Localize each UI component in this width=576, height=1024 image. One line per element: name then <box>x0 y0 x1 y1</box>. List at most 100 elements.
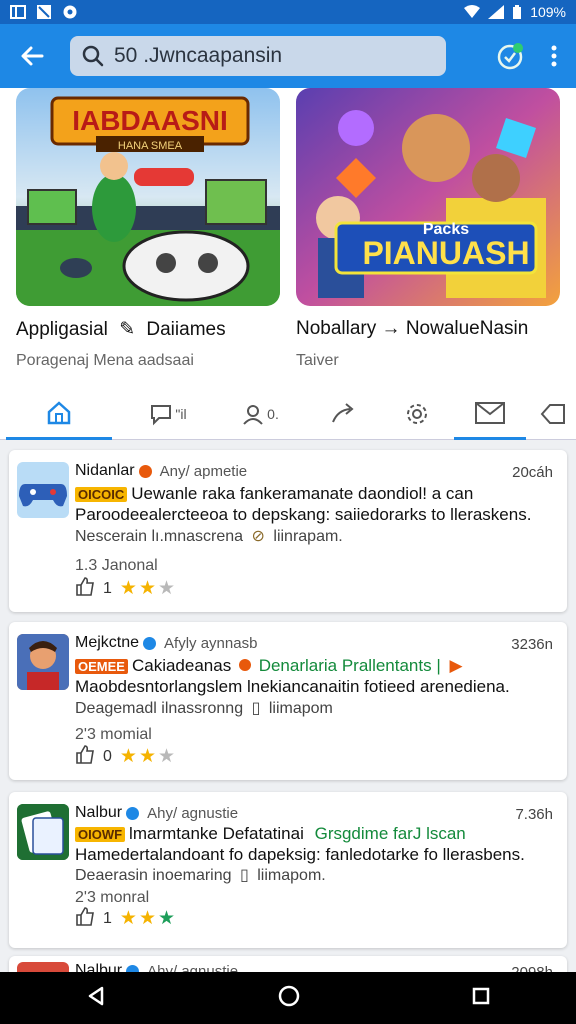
item-text-highlight: Denarlaria Prallentants | <box>258 656 441 675</box>
more-options-button[interactable] <box>544 42 564 70</box>
system-nav-bar <box>0 972 576 1024</box>
more-vert-icon <box>551 45 557 67</box>
item-actions: 1 ★★★ <box>75 576 177 601</box>
profile-icon <box>243 405 263 425</box>
feed-item-header: Nalbur Ahy/ agnustie <box>75 804 238 822</box>
tab-bar: "il 0. <box>0 388 576 440</box>
like-count: 1 <box>103 909 112 927</box>
banner-title-2: PIANUASH <box>362 235 529 271</box>
gallery-icon <box>10 5 26 19</box>
item-line-2: Maobdesntorlangslem lnekiancanaitin foti… <box>75 677 510 696</box>
verified-badge-icon <box>126 806 140 820</box>
nav-home-button[interactable] <box>277 984 301 1013</box>
star-icon: ★ <box>158 578 178 599</box>
search-input[interactable]: 50 .Jwncaapansin <box>70 36 446 76</box>
featured-title-2[interactable]: Noballary → NowalueNasin <box>296 318 528 340</box>
play-icon: ▶ <box>449 656 463 675</box>
author-name[interactable]: Nidanlar <box>75 462 135 480</box>
item-sub-text: Nescerain lı.mnascrena <box>75 528 244 545</box>
feed-item[interactable]: Mejkctne Afyly aynnasb 3236n OEMEE Cakiad… <box>9 622 567 780</box>
signal-icon <box>488 5 505 19</box>
item-subline: Deagemadl ilnassronng ▯ liimapom <box>75 698 333 718</box>
item-sub-text-2: liinrapam. <box>273 528 343 545</box>
featured-card-1[interactable]: IABDAASNI HANA SMEA <box>16 88 280 306</box>
attachment-icon: ▯ <box>239 867 249 884</box>
feed-item[interactable]: Nidanlar Any/ apmetie 20cáh OICOIC Uewanl… <box>9 450 567 612</box>
item-sub-text: Deagemadl ilnassronng <box>75 700 244 717</box>
badge-icon <box>497 43 523 70</box>
item-line-2: Paroodeealercteeoa to depskang: saiiedor… <box>75 505 532 524</box>
tab-settings[interactable] <box>380 388 454 440</box>
tab-tag[interactable] <box>530 388 576 440</box>
app-bar: 50 .Jwncaapansin <box>0 24 576 88</box>
game-thumbnail <box>17 462 69 518</box>
star-icon: ★ <box>138 578 158 599</box>
item-text: Uewanle raka fankeramanate daondiol! a c… <box>131 484 474 503</box>
back-arrow-icon <box>21 46 44 66</box>
cards-icon <box>17 804 69 860</box>
rating-stars: ★★★ <box>120 577 177 600</box>
featured-subtitle-1: Poragenaj Mena aadsaai <box>16 352 194 369</box>
status-bar: 109% <box>0 0 576 24</box>
gamepad-icon <box>19 484 67 507</box>
timestamp: 7.36h <box>515 806 553 823</box>
like-button[interactable] <box>75 744 95 769</box>
tab-chat-label: "il <box>175 406 187 422</box>
star-icon: ★ <box>138 908 158 929</box>
star-icon: ★ <box>119 908 139 929</box>
square-recents-icon <box>472 987 490 1004</box>
featured-card-2[interactable]: Packs PIANUASH <box>296 88 560 306</box>
featured-subtitle-2: Taiver <box>296 352 339 369</box>
nav-back-button[interactable] <box>85 985 107 1012</box>
triangle-back-icon <box>88 986 104 1005</box>
feed-item[interactable]: Nalbur Ahy/ agnustie 7.36h OIOWF lmarmtan… <box>9 792 567 948</box>
tab-chat[interactable]: "il <box>128 388 208 440</box>
verified-badge-icon <box>143 636 157 650</box>
item-actions: 1 ★★★ <box>75 906 177 931</box>
attachment-icon: ▯ <box>251 700 261 717</box>
author-name[interactable]: Mejkctne <box>75 634 139 652</box>
item-tag: OIOWF <box>75 827 126 842</box>
item-line-1: OEMEE Cakiadeanas Denarlaria Prallentants… <box>75 656 463 676</box>
star-icon: ★ <box>138 746 158 767</box>
nav-recents-button[interactable] <box>471 986 491 1011</box>
tab-profile-label: 0. <box>267 406 279 422</box>
like-count: 1 <box>103 579 112 597</box>
tab-share[interactable] <box>306 388 382 440</box>
tool-icon: ✎ <box>119 319 136 340</box>
battery-icon <box>513 5 522 19</box>
tab-mail[interactable] <box>454 388 526 440</box>
thumbs-up-icon <box>76 577 94 596</box>
hot-icon <box>238 659 251 671</box>
like-button[interactable] <box>75 906 95 931</box>
item-meta: Ahy/ agnustie <box>147 804 239 822</box>
item-meta: Any/ apmetie <box>159 462 248 480</box>
thumbs-up-icon <box>76 745 94 764</box>
item-line-2: Hamedertalandoant fo dapeksig: fanledota… <box>75 845 525 864</box>
item-stat: 1.3 Janonal <box>75 557 158 574</box>
author-name[interactable]: Nalbur <box>75 804 122 822</box>
tag-icon <box>540 404 565 424</box>
search-query: 50 .Jwncaapansin <box>114 44 283 67</box>
status-button[interactable] <box>496 42 524 70</box>
tab-profile[interactable]: 0. <box>220 388 300 440</box>
star-icon: ★ <box>119 578 139 599</box>
search-icon <box>82 45 104 67</box>
tab-home[interactable] <box>6 388 112 440</box>
hero-avatar-icon <box>17 634 69 690</box>
item-sub-text-2: liimapom <box>268 700 333 717</box>
back-button[interactable] <box>12 36 52 76</box>
rating-stars: ★★★ <box>120 907 177 930</box>
featured-title-suffix: Daiiames <box>146 319 226 340</box>
item-meta: Afyly aynnasb <box>164 634 258 652</box>
wifi-icon <box>464 5 481 18</box>
featured-banner-image: Packs PIANUASH <box>296 88 560 306</box>
featured-title-1[interactable]: Appligasial ✎ Daiiames <box>16 318 226 341</box>
gear-icon <box>407 404 427 424</box>
item-text: Cakiadeanas <box>131 656 232 675</box>
item-subline: Deaerasin inoemaring ▯ liimapom. <box>75 865 326 885</box>
like-button[interactable] <box>75 576 95 601</box>
item-sub-text: Deaerasin inoemaring <box>75 867 232 884</box>
item-subline: Nescerain lı.mnascrena ⊘ liinrapam. <box>75 526 343 546</box>
item-tag: OICOIC <box>75 487 128 502</box>
